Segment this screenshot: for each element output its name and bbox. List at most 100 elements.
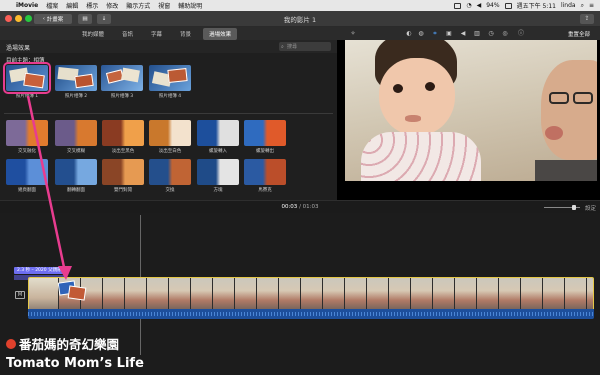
search-field[interactable]: ⌕ 搜尋 — [279, 42, 331, 51]
info-icon[interactable]: ⓘ — [517, 30, 525, 37]
theme-label-3: 照片相簿 3 — [110, 94, 134, 99]
theme-thumb-3 — [101, 65, 143, 91]
transition-item[interactable]: 螺旋轉入 — [197, 120, 239, 154]
transition-label: 淡出至黑色 — [111, 149, 135, 154]
theme-transition-3[interactable]: 照片相簿 3 — [101, 65, 143, 99]
transition-thumb — [55, 120, 97, 146]
transition-thumb — [55, 159, 97, 185]
transition-item[interactable]: 幾頁翻面 — [6, 159, 48, 193]
browser-tabs: 我的媒體 音訊 字幕 背景 過場效果 — [0, 27, 337, 40]
search-icon[interactable]: ⌕ — [581, 2, 584, 10]
theme-thumb-4 — [149, 65, 191, 91]
volume-icon[interactable]: ◀ — [459, 30, 467, 37]
share-button[interactable]: ⇪ — [580, 14, 594, 24]
transition-item[interactable]: 馬賽克 — [244, 159, 286, 193]
transition-marker-icon[interactable] — [58, 279, 88, 303]
tab-my-media[interactable]: 我的媒體 — [76, 28, 110, 40]
transition-thumb — [6, 120, 48, 146]
watermark-line1: 番茄媽的奇幻樂園 — [19, 337, 120, 352]
tab-audio[interactable]: 音訊 — [116, 28, 139, 40]
airplay-icon[interactable] — [454, 2, 462, 9]
transition-item[interactable]: 交叉融化 — [6, 120, 48, 154]
search-placeholder: 搜尋 — [287, 44, 298, 50]
transition-item[interactable]: 雙門對開 — [102, 159, 144, 193]
transition-label: 馬賽克 — [258, 188, 272, 193]
transition-label: 翻轉翻面 — [67, 188, 85, 193]
speed-icon[interactable]: ◷ — [487, 30, 495, 37]
audio-waveform — [28, 312, 594, 316]
transition-thumb — [149, 120, 191, 146]
theme-label-1: 照片相簿 1 — [15, 94, 39, 99]
section-divider — [4, 113, 333, 114]
menu-edit[interactable]: 編輯 — [62, 1, 82, 10]
video-viewer[interactable] — [337, 40, 600, 200]
clip-filter-icon[interactable]: ◎ — [501, 30, 509, 37]
menu-modify[interactable]: 修改 — [102, 1, 122, 10]
transition-item[interactable]: 翻轉翻面 — [55, 159, 97, 193]
transition-label: 螺旋轉出 — [256, 149, 274, 154]
battery-percent[interactable]: 94% — [486, 2, 499, 9]
menu-view[interactable]: 顯示方式 — [122, 1, 154, 10]
theme-label-4: 照片相簿 4 — [158, 94, 182, 99]
share-icon: ⇪ — [584, 15, 590, 22]
transition-thumb — [149, 159, 191, 185]
title-clip[interactable]: 2.3 秒 – 2020 父親節 — [14, 267, 65, 274]
transition-label: 雙門對開 — [114, 188, 132, 193]
transition-item[interactable]: 淡出至白色 — [149, 120, 191, 154]
transition-label: 幾頁翻面 — [18, 188, 36, 193]
transition-item[interactable]: 方塊 — [197, 159, 239, 193]
crop-icon[interactable]: ⌗ — [431, 30, 439, 37]
timeline-settings-button[interactable]: 設定 — [585, 204, 596, 212]
transition-thumb — [197, 159, 239, 185]
menu-window[interactable]: 視窗 — [154, 1, 174, 10]
menu-app-name[interactable]: iMovie — [12, 2, 42, 9]
transition-label: 螺旋轉入 — [209, 149, 227, 154]
transition-thumb — [102, 159, 144, 185]
window-title: 我的影片 1 — [283, 16, 317, 24]
theme-thumb-1 — [3, 62, 51, 94]
browser-header: 過場效果 ⌕ 搜尋 — [0, 40, 337, 53]
audio-track[interactable] — [28, 309, 594, 319]
audio-lock-icon[interactable]: M — [15, 291, 25, 299]
tab-transitions[interactable]: 過場效果 — [203, 27, 238, 40]
browser-header-title: 過場效果 — [6, 45, 31, 52]
reset-all-button[interactable]: 重置全部 — [568, 30, 590, 38]
status-area: ◔ ◀ 94% 週五下午 5:11 linda ⌕ ≡ — [454, 1, 600, 10]
menu-bar: iMovie 檔案 編輯 標示 修改 顯示方式 視窗 輔助說明 ◔ ◀ 94% … — [0, 0, 600, 11]
battery-icon[interactable] — [504, 2, 512, 9]
color-balance-icon[interactable]: ◐ — [405, 30, 413, 37]
transition-label: 交叉融化 — [18, 149, 36, 154]
theme-transition-2[interactable]: 照片相簿 2 — [55, 65, 97, 99]
transition-item[interactable]: 交換 — [149, 159, 191, 193]
theme-transition-1[interactable]: 照片相簿 1 — [3, 62, 51, 99]
tab-titles[interactable]: 字幕 — [145, 28, 168, 40]
transition-label: 淡出至白色 — [158, 149, 182, 154]
transition-item[interactable]: 螺旋轉出 — [244, 120, 286, 154]
color-correction-icon[interactable]: ◍ — [417, 30, 425, 37]
stabilization-icon[interactable]: ▣ — [445, 30, 453, 37]
transition-label: 方塊 — [213, 188, 223, 193]
volume-icon[interactable]: ◀ — [477, 2, 482, 9]
noise-reduction-icon[interactable]: ▥ — [473, 30, 481, 37]
zoom-slider-knob[interactable] — [572, 205, 576, 210]
menu-file[interactable]: 檔案 — [42, 1, 62, 10]
menu-help[interactable]: 輔助說明 — [174, 1, 206, 10]
theme-label-2: 照片相簿 2 — [64, 94, 88, 99]
watermark-subtitle: Tomato Mom’s Life — [6, 356, 144, 371]
transition-thumb — [244, 120, 286, 146]
tab-backgrounds[interactable]: 背景 — [174, 28, 197, 40]
theme-transition-4[interactable]: 照片相簿 4 — [149, 65, 191, 99]
menu-list-icon[interactable]: ≡ — [589, 2, 594, 9]
transition-item[interactable]: 交叉模糊 — [55, 120, 97, 154]
theme-thumb-2 — [55, 65, 97, 91]
current-time: 00:03 — [281, 204, 298, 210]
transition-item[interactable]: 淡出至黑色 — [102, 120, 144, 154]
user-name[interactable]: linda — [561, 2, 576, 9]
menu-mark[interactable]: 標示 — [82, 1, 102, 10]
transition-thumb — [102, 120, 144, 146]
wifi-icon[interactable]: ◔ — [466, 2, 471, 9]
transition-label: 交叉模糊 — [67, 149, 85, 154]
magic-wand-icon[interactable]: ✧ — [349, 30, 357, 37]
clock[interactable]: 週五下午 5:11 — [517, 1, 556, 10]
imovie-window: iMovie 檔案 編輯 標示 修改 顯示方式 視窗 輔助說明 ◔ ◀ 94% … — [0, 0, 600, 375]
